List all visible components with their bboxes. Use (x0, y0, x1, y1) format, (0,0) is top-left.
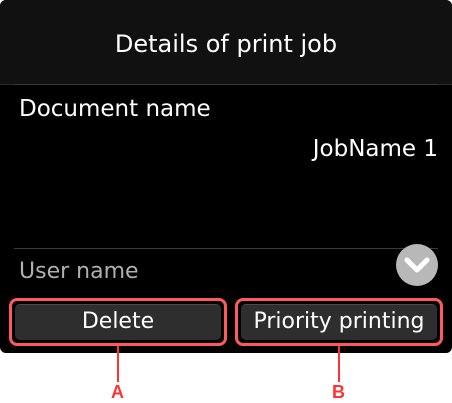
priority-printing-button-label: Priority printing (241, 304, 437, 340)
printer-touchscreen: Details of print job Document name JobNa… (0, 0, 452, 353)
manual-illustration: Details of print job Document name JobNa… (0, 0, 452, 403)
callout-line-b (338, 346, 340, 382)
document-name-label: Document name (19, 96, 211, 122)
scroll-down-button[interactable] (396, 244, 438, 286)
divider (14, 84, 438, 85)
callout-line-a (117, 346, 119, 382)
chevron-down-icon (404, 257, 430, 273)
page-title: Details of print job (114, 30, 338, 58)
user-name-label: User name (19, 259, 139, 284)
priority-printing-button[interactable]: Priority printing (235, 298, 443, 346)
divider (14, 248, 438, 249)
title-bar: Details of print job (0, 0, 452, 85)
callout-label-b: B (332, 382, 345, 402)
document-name-value: JobName 1 (312, 136, 438, 162)
delete-button-label: Delete (15, 304, 221, 340)
delete-button[interactable]: Delete (9, 298, 227, 346)
callout-label-a: A (111, 382, 124, 402)
